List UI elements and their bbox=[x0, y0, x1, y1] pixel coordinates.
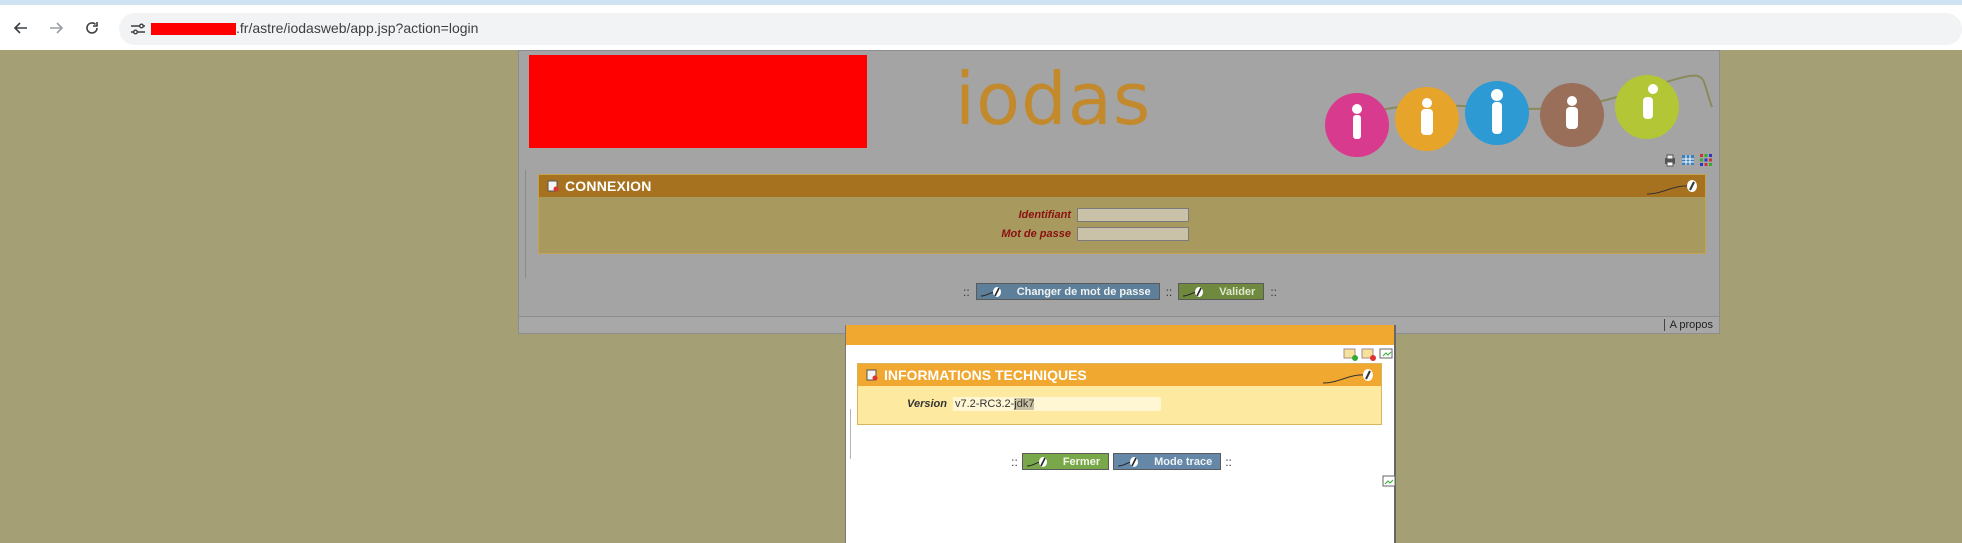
identifiant-row: Identifiant bbox=[539, 208, 1189, 222]
close-label: Fermer bbox=[1062, 455, 1101, 468]
form-icon bbox=[547, 180, 559, 192]
export-icon[interactable] bbox=[1382, 475, 1396, 488]
browser-toolbar: .fr/astre/iodasweb/app.jsp?action=login bbox=[0, 5, 1962, 50]
change-password-button[interactable]: Changer de mot de passe bbox=[975, 283, 1160, 300]
pen-icon bbox=[1118, 456, 1139, 467]
password-label: Mot de passe bbox=[1001, 228, 1071, 240]
tech-info-popup: INFORMATIONS TECHNIQUES Version v7.2-RC3… bbox=[845, 325, 1396, 543]
change-password-label: Changer de mot de passe bbox=[1016, 285, 1151, 298]
validate-button[interactable]: Valider bbox=[1178, 283, 1265, 300]
close-button[interactable]: Fermer bbox=[1021, 453, 1110, 470]
connexion-header: CONNEXION bbox=[539, 175, 1705, 197]
version-label: Version bbox=[907, 398, 947, 410]
version-row: Version v7.2-RC3.2-jdk7 bbox=[858, 397, 1161, 411]
about-link[interactable]: A propos bbox=[1663, 319, 1713, 331]
header-tools bbox=[1663, 153, 1713, 167]
grid-icon[interactable] bbox=[1699, 153, 1713, 167]
separator: :: bbox=[1165, 284, 1173, 299]
add-note-icon[interactable] bbox=[1343, 347, 1358, 361]
app-frame: iodas CONNEXION Identifiant Mot de passe… bbox=[518, 50, 1720, 334]
pen-icon bbox=[1646, 180, 1697, 195]
url-text: .fr/astre/iodasweb/app.jsp?action=login bbox=[236, 20, 479, 36]
version-highlight: jdk7 bbox=[1014, 398, 1035, 410]
popup-tools bbox=[1343, 347, 1394, 361]
back-button[interactable] bbox=[9, 16, 33, 40]
client-logo-redaction bbox=[529, 55, 867, 148]
export-icon[interactable] bbox=[1379, 347, 1394, 361]
pen-icon bbox=[1183, 286, 1204, 297]
login-panel: CONNEXION Identifiant Mot de passe bbox=[525, 170, 1706, 278]
remove-note-icon[interactable] bbox=[1361, 347, 1376, 361]
tune-icon bbox=[131, 23, 145, 35]
reload-button[interactable] bbox=[80, 16, 104, 40]
arrow-right-icon bbox=[50, 22, 64, 34]
tech-info-header: INFORMATIONS TECHNIQUES bbox=[858, 364, 1381, 386]
connexion-title: CONNEXION bbox=[565, 178, 652, 194]
version-prefix: v7.2-RC3.2- bbox=[955, 398, 1015, 410]
url-redaction bbox=[151, 23, 236, 35]
connexion-section: CONNEXION Identifiant Mot de passe bbox=[538, 174, 1706, 254]
version-field[interactable]: v7.2-RC3.2-jdk7 bbox=[953, 397, 1161, 411]
print-icon[interactable] bbox=[1663, 153, 1677, 167]
pen-icon bbox=[980, 286, 1001, 297]
identifiant-input[interactable] bbox=[1077, 208, 1189, 222]
separator: :: bbox=[963, 284, 970, 299]
popup-actions: :: Fermer Mode trace :: bbox=[846, 453, 1397, 470]
popup-divider bbox=[850, 409, 851, 459]
pen-icon bbox=[1322, 369, 1373, 384]
separator: :: bbox=[1270, 284, 1277, 299]
tech-info-title: INFORMATIONS TECHNIQUES bbox=[884, 367, 1087, 383]
app-logo-text: iodas bbox=[955, 57, 1152, 141]
forward-button[interactable] bbox=[44, 16, 68, 40]
table-icon[interactable] bbox=[1681, 153, 1695, 167]
reload-icon bbox=[86, 22, 98, 34]
validate-label: Valider bbox=[1219, 285, 1256, 298]
people-illustration bbox=[1325, 74, 1713, 157]
tech-info-section: INFORMATIONS TECHNIQUES Version v7.2-RC3… bbox=[857, 363, 1382, 425]
password-input[interactable] bbox=[1077, 227, 1189, 241]
password-row: Mot de passe bbox=[539, 227, 1189, 241]
login-actions: :: Changer de mot de passe :: Valider :: bbox=[519, 283, 1721, 300]
identifiant-label: Identifiant bbox=[1018, 209, 1071, 221]
site-info-button[interactable] bbox=[128, 20, 148, 38]
popup-title-bar[interactable] bbox=[846, 325, 1394, 345]
trace-mode-label: Mode trace bbox=[1154, 455, 1213, 468]
separator: :: bbox=[1225, 454, 1232, 469]
separator: :: bbox=[1011, 454, 1018, 469]
trace-mode-button[interactable]: Mode trace bbox=[1113, 453, 1222, 470]
pen-icon bbox=[1026, 456, 1047, 467]
arrow-left-icon bbox=[13, 22, 27, 34]
form-icon bbox=[866, 369, 878, 381]
